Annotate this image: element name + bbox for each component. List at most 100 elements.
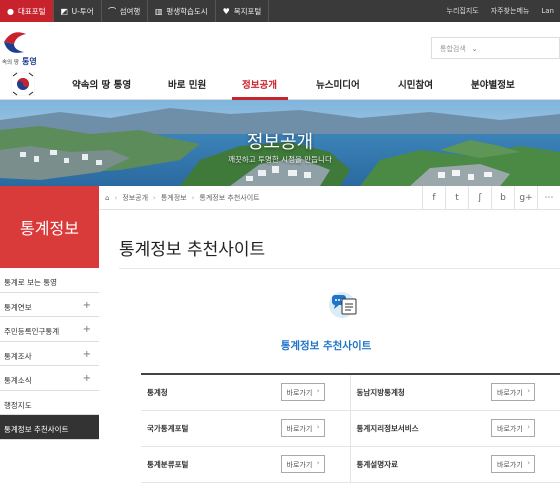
site-name: 통계분류포털 — [147, 460, 189, 469]
go-button[interactable]: 바로가기 › — [280, 455, 325, 473]
google-plus-icon[interactable]: g+ — [514, 186, 537, 210]
island-icon: ⌒ — [108, 6, 117, 16]
table-row: 통계분류포털 바로가기 › 통계설명자료 바로가기 › — [141, 447, 560, 483]
top-links: ● 대표포털 ◩ U-투어 ⌒ 섬여행 ▥ 평생학습도시 ♥ 복지포털 — [0, 0, 270, 22]
top-link-label: 복지포털 — [233, 6, 262, 16]
sitemap-link[interactable]: 누리집지도 — [441, 6, 485, 16]
top-bar: ● 대표포털 ◩ U-투어 ⌒ 섬여행 ▥ 평생학습도시 ♥ 복지포털 누리집지도 자주찾… — [0, 0, 560, 22]
nav-item-info[interactable]: 정보공개 — [242, 77, 277, 91]
top-link-utour[interactable]: ◩ U-투어 — [54, 0, 102, 22]
go-button[interactable]: 바로가기 › — [280, 383, 325, 401]
frequent-menu-link[interactable]: 자주찾는메뉴 — [485, 6, 536, 16]
site-cell: 통계설명자료 바로가기 › — [351, 447, 560, 482]
site-cell: 통계분류포털 바로가기 › — [141, 447, 351, 482]
search-select[interactable]: 통합검색 ⌄ — [431, 37, 560, 59]
sidebar-item-label: 통계소식 — [4, 376, 32, 385]
go-button-label: 바로가기 — [286, 389, 313, 397]
go-button[interactable]: 바로가기 › — [491, 419, 535, 437]
go-button[interactable]: 바로가기 › — [491, 383, 535, 401]
top-link-label: 대표포털 — [18, 6, 46, 16]
nav-item-field[interactable]: 분야별정보 — [471, 77, 515, 91]
tour-icon: ◩ — [60, 6, 68, 16]
twitter-icon[interactable]: t — [445, 186, 468, 210]
svg-text:속의 땅: 속의 땅 — [2, 58, 19, 66]
facebook-icon[interactable]: f — [422, 186, 445, 210]
sidebar: 통계정보 통계로 보는 통영 통계연보 + 주민등록인구통계 + 통계조사 + 통계소… — [0, 186, 99, 489]
plus-icon[interactable]: + — [83, 349, 91, 360]
table-row: 국가통계포털 바로가기 › 통계지리정보서비스 바로가기 › — [141, 411, 560, 447]
banner-subtitle: 깨끗하고 투명한 시정을 만듭니다 — [228, 155, 332, 164]
home-icon[interactable]: ⌂ — [105, 194, 109, 202]
breadcrumb-item[interactable]: 통계정보 — [161, 193, 187, 203]
site-name: 통계설명자료 — [356, 460, 398, 469]
gov-icon: ● — [7, 6, 14, 16]
sidebar-item-recommended-sites[interactable]: 통계정보 추천사이트 — [0, 415, 99, 440]
site-name: 동남지방통계청 — [356, 388, 405, 397]
top-link-island[interactable]: ⌒ 섬여행 — [102, 0, 149, 22]
heart-icon: ♥ — [222, 6, 230, 16]
top-link-label: 평생학습도시 — [166, 6, 208, 16]
plus-icon[interactable]: + — [83, 300, 91, 311]
go-button[interactable]: 바로가기 › — [280, 419, 325, 437]
card-title: 통계정보 추천사이트 — [280, 340, 372, 352]
header: 속의 땅 통영 통합검색 ⌄ — [0, 22, 560, 68]
sidebar-title: 통계정보 — [0, 186, 99, 268]
nav-item-news[interactable]: 뉴스미디어 — [316, 77, 360, 91]
go-button[interactable]: 바로가기 › — [491, 455, 535, 473]
korean-flag-icon — [11, 72, 35, 96]
site-cell: 통계청 바로가기 › — [141, 375, 351, 410]
chevron-right-icon: › — [316, 423, 320, 431]
more-icon[interactable]: ⋯ — [537, 186, 560, 210]
sidebar-item-survey[interactable]: 통계조사 + — [0, 342, 99, 366]
sidebar-item-label: 통계로 보는 통영 — [4, 278, 58, 287]
nav-item-promise[interactable]: 약속의 땅 통영 — [72, 77, 131, 91]
site-name: 국가통계포털 — [147, 424, 189, 433]
chevron-right-icon: › — [527, 423, 530, 431]
site-name: 통계청 — [147, 388, 168, 397]
site-cell: 동남지방통계청 바로가기 › — [351, 375, 560, 410]
table-row: 통계청 바로가기 › 동남지방통계청 바로가기 › — [141, 375, 560, 411]
plus-icon[interactable]: + — [83, 324, 91, 335]
sidebar-item-news[interactable]: 통계소식 + — [0, 366, 99, 391]
sidebar-item-admin-map[interactable]: 행정지도 — [0, 391, 99, 415]
chevron-right-icon: › — [527, 387, 530, 395]
language-link[interactable]: Lan — [535, 7, 560, 15]
nav-item-civil[interactable]: 바로 민원 — [168, 77, 206, 91]
search-placeholder: 통합검색 — [440, 45, 466, 53]
nav-item-citizen[interactable]: 시민참여 — [398, 77, 433, 91]
go-button-label: 바로가기 — [286, 425, 313, 433]
kakao-story-icon[interactable]: ʃ — [468, 186, 491, 210]
chevron-right-icon: › — [527, 459, 530, 467]
sidebar-item-label: 행정지도 — [4, 400, 32, 410]
breadcrumb-item[interactable]: 정보공개 — [122, 193, 148, 203]
banner-title: 정보공개 — [246, 132, 314, 153]
tongyeong-logo[interactable]: 속의 땅 통영 — [0, 26, 40, 66]
plus-icon[interactable]: + — [83, 373, 91, 384]
chevron-right-icon: › — [316, 459, 320, 467]
site-cell: 통계지리정보서비스 바로가기 › — [351, 411, 560, 446]
breadcrumb-separator: › — [191, 193, 195, 202]
go-button-label: 바로가기 — [497, 461, 523, 469]
top-link-welfare[interactable]: ♥ 복지포털 — [216, 0, 270, 22]
breadcrumb: ⌂ › 정보공개 › 통계정보 › 통계정보 추천사이트 f t ʃ b g+ … — [99, 186, 560, 210]
page-title: 통계정보 추천사이트 — [119, 240, 266, 260]
top-link-learning[interactable]: ▥ 평생학습도시 — [148, 0, 216, 22]
sidebar-item-population[interactable]: 주민등록인구통계 + — [0, 317, 99, 342]
top-link-label: U-투어 — [71, 6, 94, 16]
chevron-down-icon: ⌄ — [471, 45, 478, 53]
top-link-portal[interactable]: ● 대표포털 — [0, 0, 54, 22]
sidebar-item-yearbook[interactable]: 통계연보 + — [0, 293, 99, 317]
sites-table: 통계청 바로가기 › 동남지방통계청 바로가기 › 국가통계포털 바로가기 › 통계지리정보… — [141, 373, 560, 483]
main-nav: 약속의 땅 통영 바로 민원 정보공개 뉴스미디어 시민참여 분야별정보 — [0, 68, 560, 100]
sidebar-item-stats-tongyeong[interactable]: 통계로 보는 통영 — [0, 268, 99, 293]
chevron-right-icon: › — [316, 387, 320, 395]
site-cell: 국가통계포털 바로가기 › — [141, 411, 351, 446]
breadcrumb-separator: › — [153, 193, 156, 202]
top-link-label: 섬여행 — [119, 6, 141, 16]
go-button-label: 바로가기 — [286, 461, 313, 469]
sidebar-item-label: 통계연보 — [4, 302, 32, 312]
share-buttons: f t ʃ b g+ ⋯ — [422, 186, 560, 210]
page: ● 대표포털 ◩ U-투어 ⌒ 섬여행 ▥ 평생학습도시 ♥ 복지포털 누리집지도 자주찾… — [0, 0, 560, 489]
blog-icon[interactable]: b — [491, 186, 514, 210]
chat-document-icon — [329, 292, 357, 318]
